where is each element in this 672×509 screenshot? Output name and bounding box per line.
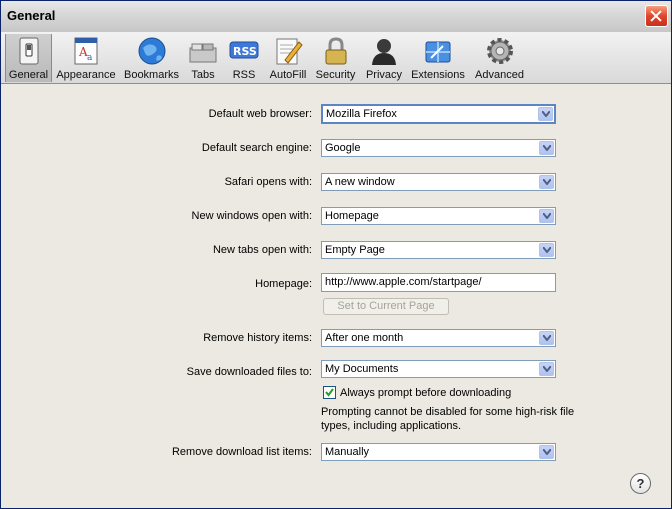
- person-icon: [372, 39, 396, 65]
- appearance-icon: A a: [74, 37, 98, 65]
- puzzle-icon: [425, 41, 451, 63]
- tab-tabs-label: Tabs: [191, 69, 215, 81]
- tab-autofill[interactable]: AutoFill: [267, 34, 309, 82]
- tab-extensions-label: Extensions: [411, 69, 465, 81]
- remove-history-label: Remove history items:: [203, 332, 312, 344]
- chevron-down-icon[interactable]: [539, 209, 554, 223]
- checkmark-icon: [325, 388, 334, 397]
- prompt-download-label: Always prompt before downloading: [340, 387, 512, 399]
- chevron-down-icon[interactable]: [539, 331, 554, 345]
- rss-icon: RSS: [229, 41, 259, 59]
- tab-advanced-label: Advanced: [475, 69, 524, 81]
- tab-appearance[interactable]: A a Appearance: [55, 34, 117, 82]
- chevron-down-icon[interactable]: [539, 141, 554, 155]
- chevron-down-icon[interactable]: [539, 243, 554, 257]
- prompt-download-checkbox[interactable]: [323, 386, 336, 399]
- tab-tabs[interactable]: Tabs: [186, 34, 220, 82]
- tab-privacy[interactable]: Privacy: [363, 34, 405, 82]
- chevron-down-icon[interactable]: [538, 107, 553, 121]
- tab-general[interactable]: General: [5, 34, 52, 82]
- new-tabs-label: New tabs open with:: [212, 244, 312, 256]
- new-tabs-select[interactable]: Empty Page: [321, 241, 556, 259]
- safari-opens-value: A new window: [325, 176, 395, 188]
- chevron-down-icon[interactable]: [539, 175, 554, 189]
- remove-download-list-select[interactable]: Manually: [321, 443, 556, 461]
- gear-icon: [486, 38, 513, 64]
- tab-privacy-label: Privacy: [365, 69, 403, 81]
- safari-opens-label: Safari opens with:: [224, 176, 312, 188]
- svg-text:RSS: RSS: [233, 45, 257, 58]
- tab-bookmarks-label: Bookmarks: [123, 69, 180, 81]
- tab-general-label: General: [8, 69, 49, 81]
- remove-download-list-value: Manually: [325, 446, 370, 458]
- new-windows-select[interactable]: Homepage: [321, 207, 556, 225]
- tab-rss[interactable]: RSS RSS: [226, 34, 262, 82]
- new-windows-label: New windows open with:: [191, 210, 312, 222]
- pencil-icon: [276, 38, 303, 65]
- set-to-current-page-button[interactable]: Set to Current Page: [323, 298, 449, 315]
- remove-download-list-label: Remove download list items:: [171, 446, 312, 458]
- title-bar[interactable]: General: [1, 1, 671, 33]
- default-browser-select[interactable]: Mozilla Firefox: [321, 104, 556, 124]
- tab-extensions[interactable]: Extensions: [410, 34, 466, 82]
- save-downloads-label: Save downloaded files to:: [186, 366, 312, 378]
- search-engine-label: Default search engine:: [201, 142, 312, 154]
- new-windows-value: Homepage: [325, 210, 379, 222]
- prompt-download-note: Prompting cannot be disabled for some hi…: [321, 406, 575, 432]
- homepage-field[interactable]: http://www.apple.com/startpage/: [321, 273, 556, 292]
- preferences-window: General General A a Appearance Bookmarks…: [0, 0, 672, 509]
- search-engine-select[interactable]: Google: [321, 139, 556, 157]
- window-title: General: [7, 8, 56, 23]
- remove-history-select[interactable]: After one month: [321, 329, 556, 347]
- remove-history-value: After one month: [325, 332, 404, 344]
- homepage-label: Homepage:: [255, 278, 312, 290]
- chevron-down-icon[interactable]: [539, 362, 554, 376]
- tabs-icon: [189, 43, 217, 63]
- save-downloads-select[interactable]: My Documents: [321, 360, 556, 378]
- default-browser-value: Mozilla Firefox: [326, 108, 397, 120]
- tab-appearance-label: Appearance: [56, 69, 116, 81]
- homepage-value: http://www.apple.com/startpage/: [325, 276, 482, 288]
- save-downloads-value: My Documents: [325, 363, 399, 375]
- svg-text:a: a: [87, 53, 93, 63]
- tab-security[interactable]: Security: [314, 34, 357, 82]
- default-browser-label: Default web browser:: [208, 108, 312, 120]
- switch-icon: [19, 37, 38, 65]
- safari-opens-select[interactable]: A new window: [321, 173, 556, 191]
- chevron-down-icon[interactable]: [539, 445, 554, 459]
- globe-icon: [138, 37, 165, 65]
- help-button[interactable]: ?: [630, 473, 651, 494]
- tab-security-label: Security: [315, 69, 356, 81]
- tab-bookmarks[interactable]: Bookmarks: [123, 34, 180, 82]
- tab-advanced[interactable]: Advanced: [473, 34, 526, 82]
- tab-rss-label: RSS: [232, 69, 256, 81]
- tab-autofill-label: AutoFill: [269, 69, 307, 81]
- search-engine-value: Google: [325, 142, 361, 154]
- close-button[interactable]: [645, 5, 668, 27]
- preferences-toolbar: General A a Appearance Bookmarks Tabs RS…: [1, 32, 671, 84]
- new-tabs-value: Empty Page: [325, 244, 385, 256]
- lock-icon: [325, 37, 346, 65]
